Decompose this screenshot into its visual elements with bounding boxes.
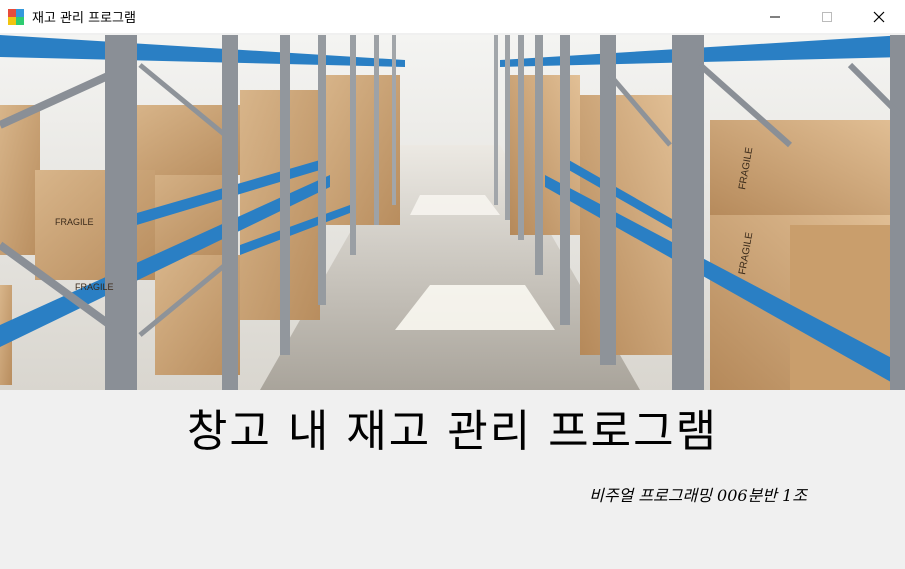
team-subtitle: 비주얼 프로그래밍 006분반 1조 <box>589 486 807 505</box>
maximize-icon <box>822 11 832 22</box>
warehouse-shelves-illustration: FRAGILE FRAGILE FRAGILE FRAGILE <box>0 35 905 390</box>
window-controls <box>749 0 905 33</box>
warehouse-banner-image: FRAGILE FRAGILE FRAGILE FRAGILE <box>0 35 905 390</box>
main-title: 창고 내 재고 관리 프로그램 <box>186 406 719 457</box>
title-bar[interactable]: 재고 관리 프로그램 <box>0 0 905 33</box>
minimize-button[interactable] <box>749 0 801 33</box>
app-window: 재고 관리 프로그램 FRAGILE FRAGILE FRAGILE FRAGI… <box>0 0 905 569</box>
box-fragile-label: FRAGILE <box>55 217 94 227</box>
close-button[interactable] <box>853 0 905 33</box>
close-icon <box>873 11 885 22</box>
minimize-icon <box>770 16 780 17</box>
maximize-button[interactable] <box>801 0 853 33</box>
window-title: 재고 관리 프로그램 <box>32 11 136 26</box>
app-icon <box>8 8 24 25</box>
box-fragile-label: FRAGILE <box>75 282 114 292</box>
